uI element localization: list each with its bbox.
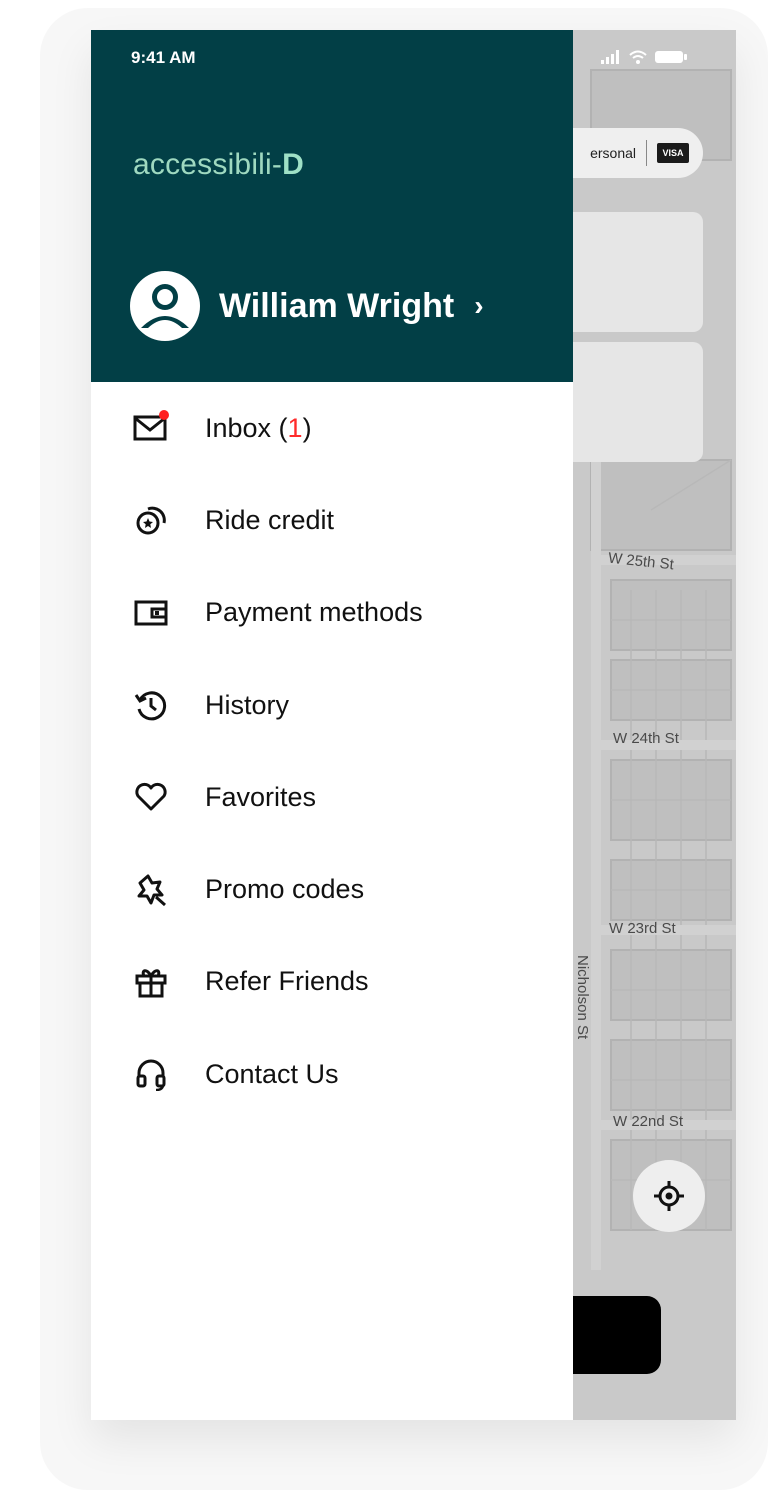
menu-label: Inbox (1) bbox=[205, 412, 312, 443]
street-label: Nicholson St bbox=[574, 955, 591, 1040]
menu-label: Payment methods bbox=[205, 597, 423, 628]
gift-icon bbox=[131, 962, 171, 1002]
status-icons bbox=[601, 50, 687, 64]
menu-label: History bbox=[205, 689, 290, 720]
payment-profile-label: ersonal bbox=[590, 145, 636, 161]
street-label: W 24th St bbox=[613, 730, 679, 747]
menu-label: Promo codes bbox=[205, 874, 365, 905]
wifi-icon bbox=[629, 50, 647, 64]
menu-item-promo-codes[interactable]: Promo codes bbox=[91, 843, 573, 935]
phone-screen: ersonal VISA W 25th St W 24th St W 23rd … bbox=[91, 30, 736, 1420]
side-drawer: 9:41 AM accessibili-D William Wright › I… bbox=[91, 30, 573, 1420]
battery-icon bbox=[655, 51, 687, 63]
heart-icon bbox=[131, 777, 171, 817]
status-time: 9:41 AM bbox=[131, 48, 196, 67]
avatar-icon bbox=[130, 271, 200, 341]
menu-label: Favorites bbox=[205, 781, 317, 812]
mail-icon bbox=[131, 408, 171, 448]
menu-item-inbox[interactable]: Inbox (1) bbox=[91, 382, 573, 474]
logo-suffix: D bbox=[282, 148, 304, 181]
menu-item-payment-methods[interactable]: Payment methods bbox=[91, 567, 573, 659]
promo-icon bbox=[131, 870, 171, 910]
menu-label: Ride credit bbox=[205, 504, 335, 535]
drawer-header: 9:41 AM accessibili-D William Wright › bbox=[91, 30, 573, 382]
locate-me-button[interactable] bbox=[633, 1160, 705, 1232]
profile-link[interactable]: William Wright › bbox=[129, 270, 484, 342]
menu-label: Contact Us bbox=[205, 1058, 339, 1089]
menu-label: Refer Friends bbox=[205, 966, 369, 997]
app-logo: accessibili-D bbox=[133, 148, 304, 182]
menu-item-history[interactable]: History bbox=[91, 659, 573, 751]
signal-icon bbox=[601, 50, 619, 64]
drawer-menu: Inbox (1) Ride credit Payment methods Hi… bbox=[91, 382, 573, 1120]
inbox-count: 1 bbox=[287, 412, 303, 443]
user-name: William Wright bbox=[219, 286, 455, 325]
pill-divider bbox=[646, 140, 647, 166]
wallet-icon bbox=[131, 593, 171, 633]
logo-prefix: accessibili- bbox=[133, 148, 283, 181]
menu-item-refer-friends[interactable]: Refer Friends bbox=[91, 936, 573, 1028]
chevron-right-icon: › bbox=[474, 290, 484, 321]
menu-item-contact-us[interactable]: Contact Us bbox=[91, 1028, 573, 1120]
headset-icon bbox=[131, 1054, 171, 1094]
history-icon bbox=[131, 685, 171, 725]
menu-item-ride-credit[interactable]: Ride credit bbox=[91, 474, 573, 566]
visa-card-icon: VISA bbox=[657, 143, 689, 163]
ride-credit-icon bbox=[131, 500, 171, 540]
menu-item-favorites[interactable]: Favorites bbox=[91, 751, 573, 843]
street-label: W 23rd St bbox=[609, 920, 676, 937]
crosshair-icon bbox=[654, 1181, 684, 1211]
street-label: W 22nd St bbox=[613, 1113, 684, 1130]
